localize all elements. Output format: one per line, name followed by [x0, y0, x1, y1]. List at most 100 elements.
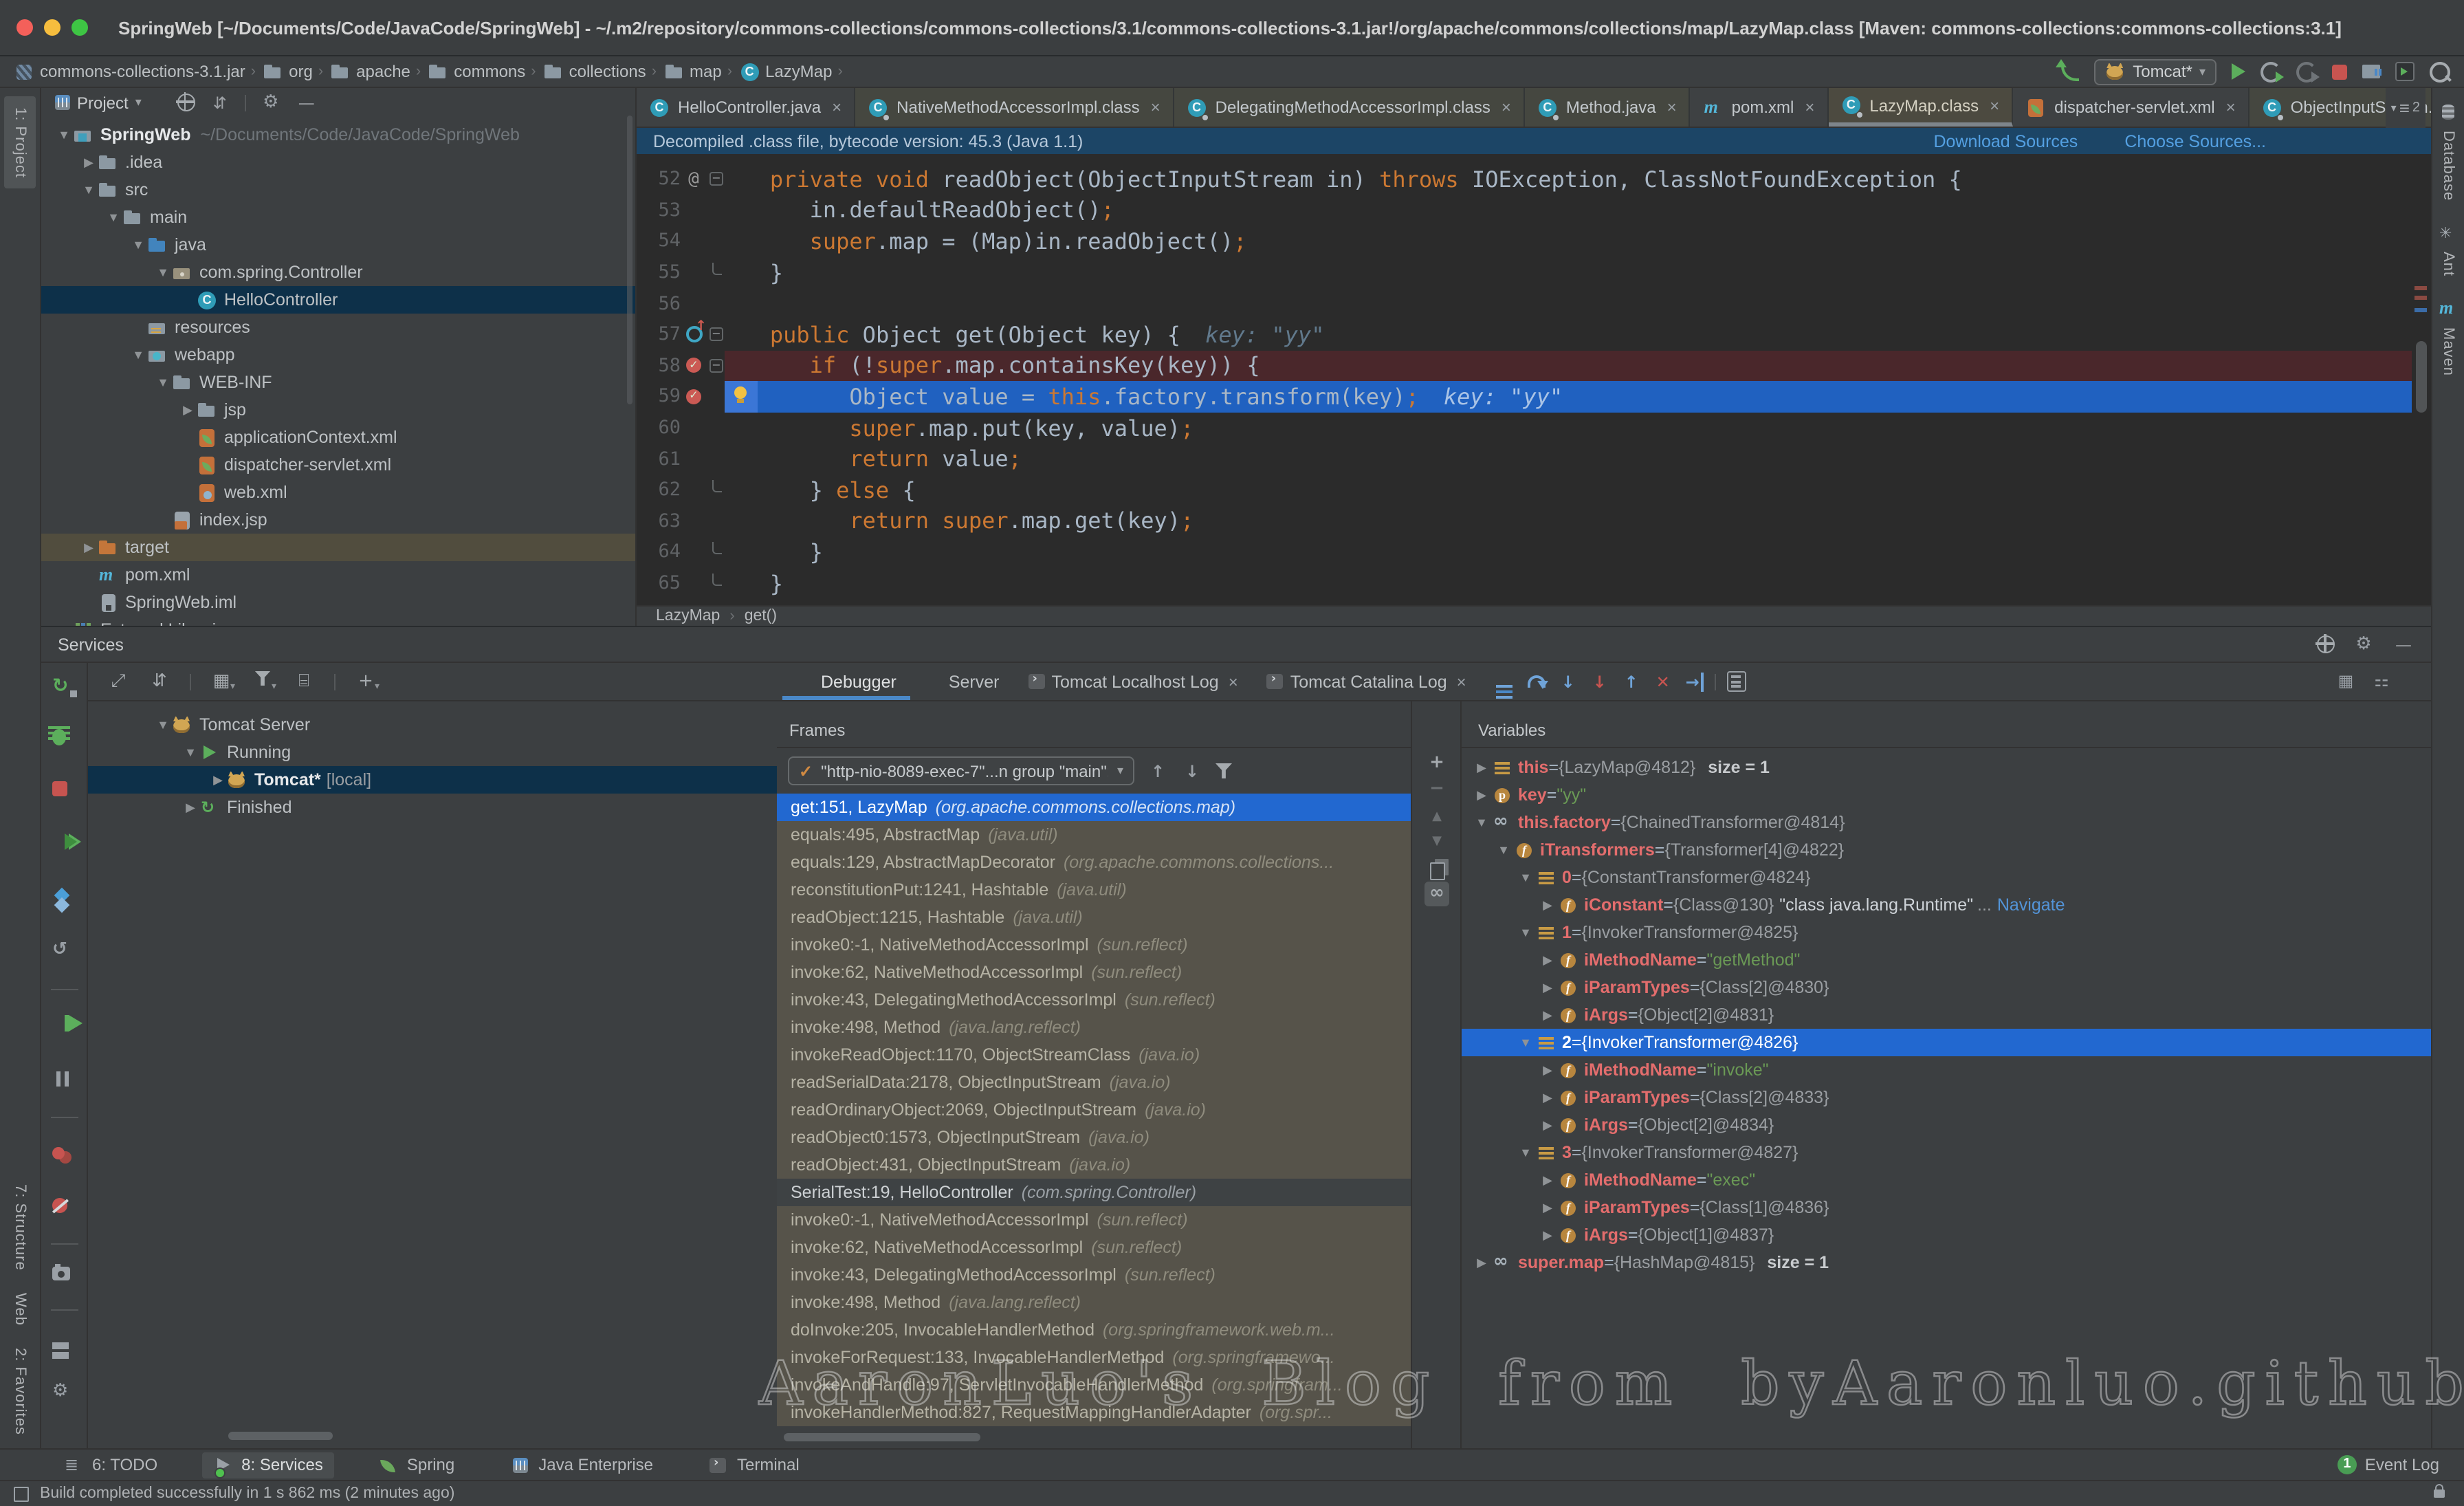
duplicate-watch-icon[interactable]: [1424, 857, 1449, 882]
readonly-lock-icon[interactable]: [2434, 1489, 2445, 1498]
project-tree-item[interactable]: WEB-INF: [41, 369, 635, 396]
project-tree-item[interactable]: jsp: [41, 396, 635, 424]
mute-slash-icon[interactable]: [52, 1194, 77, 1219]
event-log-button[interactable]: 1 Event Log: [2338, 1455, 2439, 1474]
breadcrumb-item[interactable]: map ›: [663, 61, 732, 82]
close-tab-icon[interactable]: ×: [1151, 98, 1160, 117]
hide-panel-icon[interactable]: —: [2392, 633, 2414, 655]
tree-twisty-icon[interactable]: [179, 402, 197, 417]
group-by-icon[interactable]: ▦▾: [210, 670, 232, 692]
gutter-icon[interactable]: [681, 444, 707, 474]
drop-frame-icon[interactable]: ✕: [1652, 670, 1674, 692]
project-tree-item[interactable]: com.spring.Controller: [41, 259, 635, 286]
variable-row[interactable]: iParamTypes = {Class[2]@4833}: [1462, 1084, 2431, 1111]
project-tree-item[interactable]: web.xml: [41, 479, 635, 506]
fold-marker-icon[interactable]: [707, 164, 725, 195]
stack-frame[interactable]: invoke:498, Method (java.lang.reflect): [777, 1289, 1411, 1316]
fold-marker-icon[interactable]: [707, 567, 725, 598]
tree-twisty-icon[interactable]: [1517, 1146, 1534, 1159]
variable-row[interactable]: key = "yy": [1462, 781, 2431, 809]
stack-frame[interactable]: invokeHandlerMethod:827, RequestMappingH…: [777, 1399, 1411, 1426]
tree-twisty-icon[interactable]: [1473, 760, 1490, 775]
variable-row[interactable]: this = {LazyMap@4812} size = 1: [1462, 754, 2431, 781]
line-number[interactable]: 55: [637, 261, 681, 283]
tree-twisty-icon[interactable]: [80, 540, 98, 555]
tree-twisty-icon[interactable]: [209, 772, 227, 787]
move-watch-down-icon[interactable]: ▼: [1424, 829, 1449, 854]
tree-twisty-icon[interactable]: [1495, 843, 1512, 857]
stack-frame[interactable]: get:151, LazyMap (org.apache.commons.col…: [777, 794, 1411, 821]
hidden-tabs-chip[interactable]: ▾ ≡ 2: [2386, 88, 2426, 128]
service-tree-item[interactable]: Finished: [88, 794, 777, 821]
editor-tab[interactable]: DelegatingMethodAccessorImpl.class ×: [1174, 88, 1525, 127]
gutter-icon[interactable]: [681, 195, 707, 226]
fold-marker-icon[interactable]: [707, 505, 725, 536]
variable-row[interactable]: iMethodName = "invoke": [1462, 1056, 2431, 1084]
toolwindow-button[interactable]: 6: TODO: [52, 1452, 168, 1478]
force-step-into-icon[interactable]: ↓: [1589, 670, 1611, 692]
breadcrumb-item[interactable]: commons ›: [428, 61, 536, 82]
debugger-tab[interactable]: Tomcat Catalina Log ×: [1252, 663, 1480, 700]
close-window-button[interactable]: [16, 19, 33, 36]
run-button[interactable]: [2232, 63, 2245, 80]
line-number[interactable]: 59: [637, 386, 681, 408]
frame-icon[interactable]: ⌸: [293, 670, 315, 692]
settings-gear-icon[interactable]: ⚙: [52, 1381, 77, 1406]
fold-marker-icon[interactable]: [707, 226, 725, 257]
tree-twisty-icon[interactable]: [1517, 1036, 1534, 1049]
layout-icon[interactable]: [52, 1334, 77, 1359]
tree-twisty-icon[interactable]: [154, 718, 172, 732]
gutter-icon[interactable]: [681, 350, 707, 381]
toolwindow-button[interactable]: Database: [2432, 102, 2464, 209]
tree-twisty-icon[interactable]: [154, 375, 172, 389]
tree-twisty-icon[interactable]: [104, 210, 122, 224]
stack-frame[interactable]: readObject:431, ObjectInputStream (java.…: [777, 1151, 1411, 1179]
run-configuration-combo[interactable]: Tomcat* ▾: [2094, 58, 2216, 85]
gutter-icon[interactable]: [681, 536, 707, 567]
tree-twisty-icon[interactable]: [80, 155, 98, 170]
tree-twisty-icon[interactable]: [80, 183, 98, 197]
breadcrumb-item[interactable]: LazyMap ›: [739, 61, 843, 82]
fold-marker-icon[interactable]: [707, 257, 725, 288]
stop-icon[interactable]: [52, 781, 77, 806]
download-sources-link[interactable]: Download Sources: [1933, 131, 2078, 151]
tree-twisty-icon[interactable]: [1539, 1200, 1556, 1215]
gutter-icon[interactable]: [681, 567, 707, 598]
coverage-button[interactable]: [2296, 61, 2317, 82]
gutter-icon[interactable]: [681, 413, 707, 444]
project-tree-item[interactable]: dispatcher-servlet.xml: [41, 451, 635, 479]
toolwindow-toggle-icon[interactable]: [14, 1486, 29, 1501]
stack-frame[interactable]: invoke:62, NativeMethodAccessorImpl (sun…: [777, 1234, 1411, 1261]
gutter-icon[interactable]: [681, 505, 707, 536]
line-number[interactable]: 64: [637, 541, 681, 563]
project-tree-item[interactable]: HelloController: [41, 286, 635, 314]
fold-marker-icon[interactable]: [707, 474, 725, 505]
stack-frame[interactable]: readOrdinaryObject:2069, ObjectInputStre…: [777, 1096, 1411, 1124]
next-frame-icon[interactable]: ↓: [1181, 760, 1203, 782]
fold-marker-icon[interactable]: [707, 413, 725, 444]
fold-marker-icon[interactable]: [707, 536, 725, 567]
choose-sources-link[interactable]: Choose Sources...: [2124, 131, 2266, 151]
add-service-icon[interactable]: +▾: [355, 670, 377, 692]
breadcrumb-item[interactable]: collections ›: [543, 61, 657, 82]
update-project-icon[interactable]: [2061, 63, 2079, 80]
tree-twisty-icon[interactable]: [1539, 1227, 1556, 1243]
gutter-icon[interactable]: [681, 381, 707, 412]
frames-scrollbar[interactable]: [784, 1433, 980, 1441]
stack-frame[interactable]: invokeAndHandle:97, ServletInvocableHand…: [777, 1371, 1411, 1399]
line-number[interactable]: 53: [637, 199, 681, 221]
tree-twisty-icon[interactable]: [1539, 897, 1556, 913]
fold-marker-icon[interactable]: [707, 319, 725, 350]
gutter-icon[interactable]: [681, 288, 707, 319]
project-tree-item[interactable]: External Libraries: [41, 616, 635, 626]
service-tree-item[interactable]: Tomcat* [local]: [88, 766, 777, 794]
variable-row[interactable]: this.factory = {ChainedTransformer@4814}: [1462, 809, 2431, 836]
service-tree-item[interactable]: Tomcat Server: [88, 711, 777, 739]
navigate-link[interactable]: Navigate: [1997, 895, 2065, 915]
breadcrumb-class[interactable]: LazyMap: [656, 608, 720, 624]
breadcrumb-item[interactable]: org ›: [263, 61, 323, 82]
debugger-tab[interactable]: Tomcat Localhost Log ×: [1013, 663, 1251, 700]
stack-frame[interactable]: SerialTest:19, HelloController (com.spri…: [777, 1179, 1411, 1206]
stack-frame[interactable]: invokeReadObject:1170, ObjectStreamClass…: [777, 1041, 1411, 1069]
toolwindow-button[interactable]: Maven: [2432, 298, 2464, 384]
